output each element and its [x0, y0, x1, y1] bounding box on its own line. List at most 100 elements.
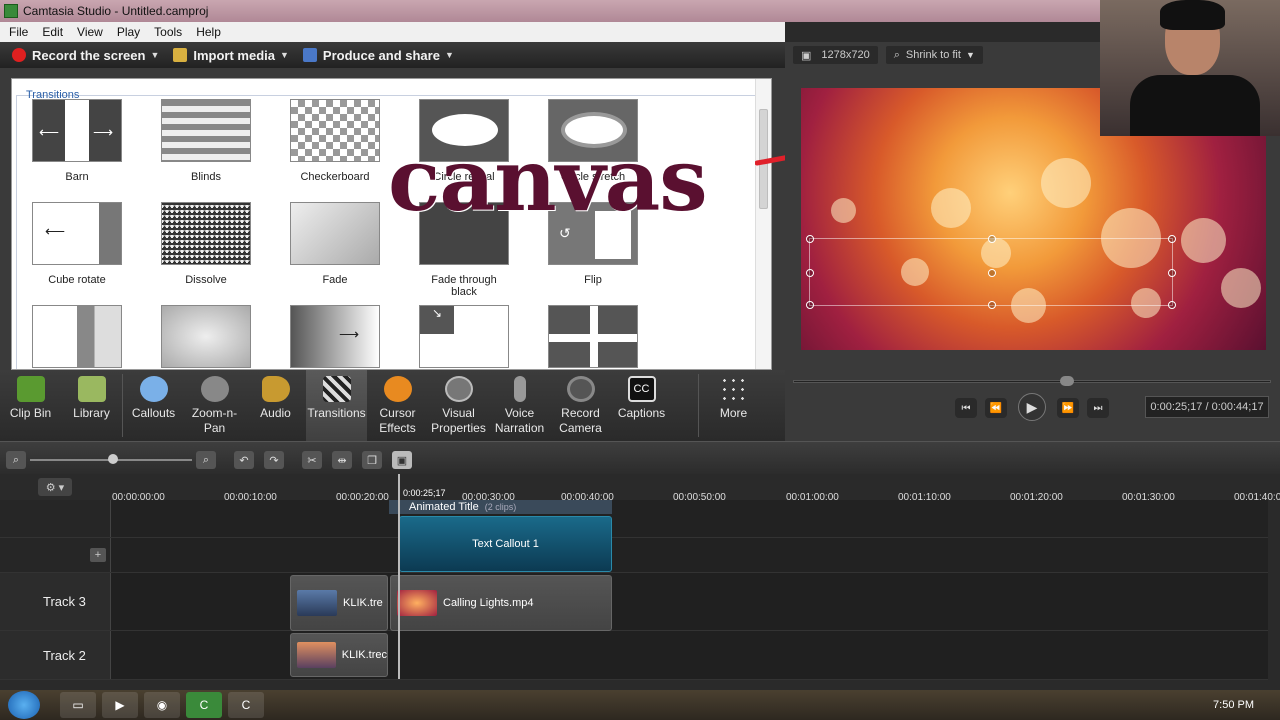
slide-thumb: ⟶	[290, 305, 380, 368]
selection-box[interactable]	[806, 235, 1176, 309]
undo-icon[interactable]: ↶	[234, 451, 254, 469]
fade-thumb	[290, 202, 380, 265]
tab-visual-properties[interactable]: Visual Properties	[428, 370, 489, 441]
zoom-slider-knob[interactable]	[108, 454, 118, 464]
calling-lights-clip[interactable]: Calling Lights.mp4	[390, 575, 612, 631]
split-icon[interactable]: ⇹	[332, 451, 352, 469]
camtasia-taskbar-icon[interactable]: C	[186, 692, 222, 718]
tab-label: Clip Bin	[9, 406, 52, 420]
menu-view[interactable]: View	[70, 25, 110, 39]
expand-thumb	[548, 305, 638, 368]
visual-icon	[444, 376, 473, 402]
transition-blinds[interactable]: Blinds	[161, 99, 251, 183]
main-toolbar: Record the screen ▼ Import media ▼ Produ…	[0, 42, 785, 68]
add-track-icon[interactable]: +	[90, 548, 106, 562]
timeline-vertical-scrollbar[interactable]	[1268, 500, 1280, 680]
text-callout-clip[interactable]: Text Callout 1	[399, 516, 612, 572]
animated-title-group-header[interactable]: Animated Title (2 clips)	[389, 500, 612, 514]
resize-handle[interactable]	[806, 269, 814, 277]
tab-label: Callouts	[131, 406, 176, 420]
tab-library[interactable]: Library	[61, 370, 122, 441]
timeline-ruler[interactable]: ⚙ ▾ 00:00:00;00 00:00:10;00 00:00:20;00 …	[0, 474, 1280, 503]
produce-share-label: Produce and share	[322, 47, 440, 63]
camtasia-recorder-icon[interactable]: C	[228, 692, 264, 718]
produce-icon	[302, 48, 317, 62]
klik-clip-track3[interactable]: KLIK.tre	[290, 575, 388, 631]
tab-audio[interactable]: Audio	[245, 370, 306, 441]
transition-checkerboard[interactable]: Checkerboard	[290, 99, 380, 183]
rotate-handle[interactable]	[988, 269, 996, 277]
tab-cursor-effects[interactable]: Cursor Effects	[367, 370, 428, 441]
resize-handle[interactable]	[806, 301, 814, 309]
tab-label: Voice Narration	[494, 406, 545, 435]
checkerboard-thumb	[290, 99, 380, 162]
cut-icon[interactable]: ✂	[302, 451, 322, 469]
transition-tile-row3-3[interactable]: ⟶	[290, 305, 380, 368]
transition-dissolve[interactable]: Dissolve	[161, 202, 251, 286]
menu-tools[interactable]: Tools	[147, 25, 189, 39]
barn-thumb: ⟵ ⟶	[32, 99, 122, 162]
menu-help[interactable]: Help	[189, 25, 228, 39]
chevron-down-icon: ▼	[444, 50, 454, 60]
skip-back-icon[interactable]: ⏮	[955, 398, 977, 418]
tab-clip-bin[interactable]: Clip Bin	[0, 370, 61, 441]
transition-tile-row3-1[interactable]	[32, 305, 122, 368]
playback-scrubber[interactable]	[793, 380, 1271, 383]
tab-zoom-n-pan[interactable]: Zoom-n-Pan	[184, 370, 245, 441]
tab-more[interactable]: More	[703, 370, 764, 441]
firefox-icon[interactable]: ◉	[144, 692, 180, 718]
tab-label: Record Camera	[559, 406, 602, 435]
transition-cube-rotate[interactable]: ⟵ Cube rotate	[32, 202, 122, 286]
import-media-button[interactable]: Import media ▼	[173, 48, 289, 63]
zoom-icon	[200, 376, 229, 402]
copy-icon[interactable]: ❐	[362, 451, 382, 469]
fast-forward-icon[interactable]: ⏩	[1057, 398, 1079, 418]
tab-captions[interactable]: CC Captions	[611, 370, 672, 441]
tab-callouts[interactable]: Callouts	[123, 370, 184, 441]
transition-barn[interactable]: ⟵ ⟶ Barn	[32, 99, 122, 183]
resize-handle[interactable]	[988, 235, 996, 243]
menu-edit[interactable]: Edit	[35, 25, 70, 39]
resize-handle[interactable]	[1168, 269, 1176, 277]
redo-icon[interactable]: ↷	[264, 451, 284, 469]
tab-record-camera[interactable]: Record Camera	[550, 370, 611, 441]
camera-icon	[566, 376, 595, 402]
tab-transitions[interactable]: Transitions	[306, 370, 367, 441]
zoom-out-icon[interactable]: ⌕	[6, 451, 26, 469]
playhead-line[interactable]	[398, 474, 400, 679]
resize-handle[interactable]	[988, 301, 996, 309]
dimensions-button[interactable]: ▣ 1278x720	[793, 46, 878, 64]
timeline-horizontal-scrollbar[interactable]	[0, 680, 1280, 690]
media-player-icon[interactable]: ▶	[102, 692, 138, 718]
title-bar: Camtasia Studio - Untitled.camproj	[0, 0, 1100, 22]
chevron-down-icon: ▼	[965, 50, 975, 60]
transition-tile-row3-4[interactable]: ↘	[419, 305, 509, 368]
transition-fade[interactable]: Fade	[290, 202, 380, 286]
explorer-icon[interactable]: ▭	[60, 692, 96, 718]
gear-icon[interactable]: ⚙ ▾	[38, 478, 72, 496]
scrubber-knob[interactable]	[1060, 376, 1074, 386]
transition-tile-row3-2[interactable]	[161, 305, 251, 368]
rewind-icon[interactable]: ⏪	[985, 398, 1007, 418]
menu-play[interactable]: Play	[110, 25, 147, 39]
resize-handle[interactable]	[806, 235, 814, 243]
skip-forward-icon[interactable]: ⏭	[1087, 398, 1109, 418]
resize-handle[interactable]	[1168, 235, 1176, 243]
shrink-to-fit-dropdown[interactable]: ⌕ Shrink to fit ▼	[885, 46, 983, 64]
zoom-in-icon[interactable]: ⌕	[196, 451, 216, 469]
folder-icon	[173, 48, 188, 62]
menu-file[interactable]: File	[2, 25, 35, 39]
produce-share-button[interactable]: Produce and share ▼	[302, 47, 454, 63]
tab-label: Transitions	[307, 406, 366, 420]
play-icon[interactable]: ▶	[1018, 393, 1046, 421]
tab-separator	[698, 374, 699, 437]
record-screen-button[interactable]: Record the screen ▼	[12, 48, 159, 63]
klik-clip-track2[interactable]: KLIK.trec	[290, 633, 388, 677]
resize-handle[interactable]	[1168, 301, 1176, 309]
tab-voice-narration[interactable]: Voice Narration	[489, 370, 550, 441]
transition-tile-row3-5[interactable]	[548, 305, 638, 368]
transition-label: Flip	[584, 274, 602, 286]
paste-icon[interactable]: ▣	[392, 451, 412, 469]
start-button[interactable]	[8, 691, 40, 719]
tab-label: Audio	[260, 406, 291, 420]
